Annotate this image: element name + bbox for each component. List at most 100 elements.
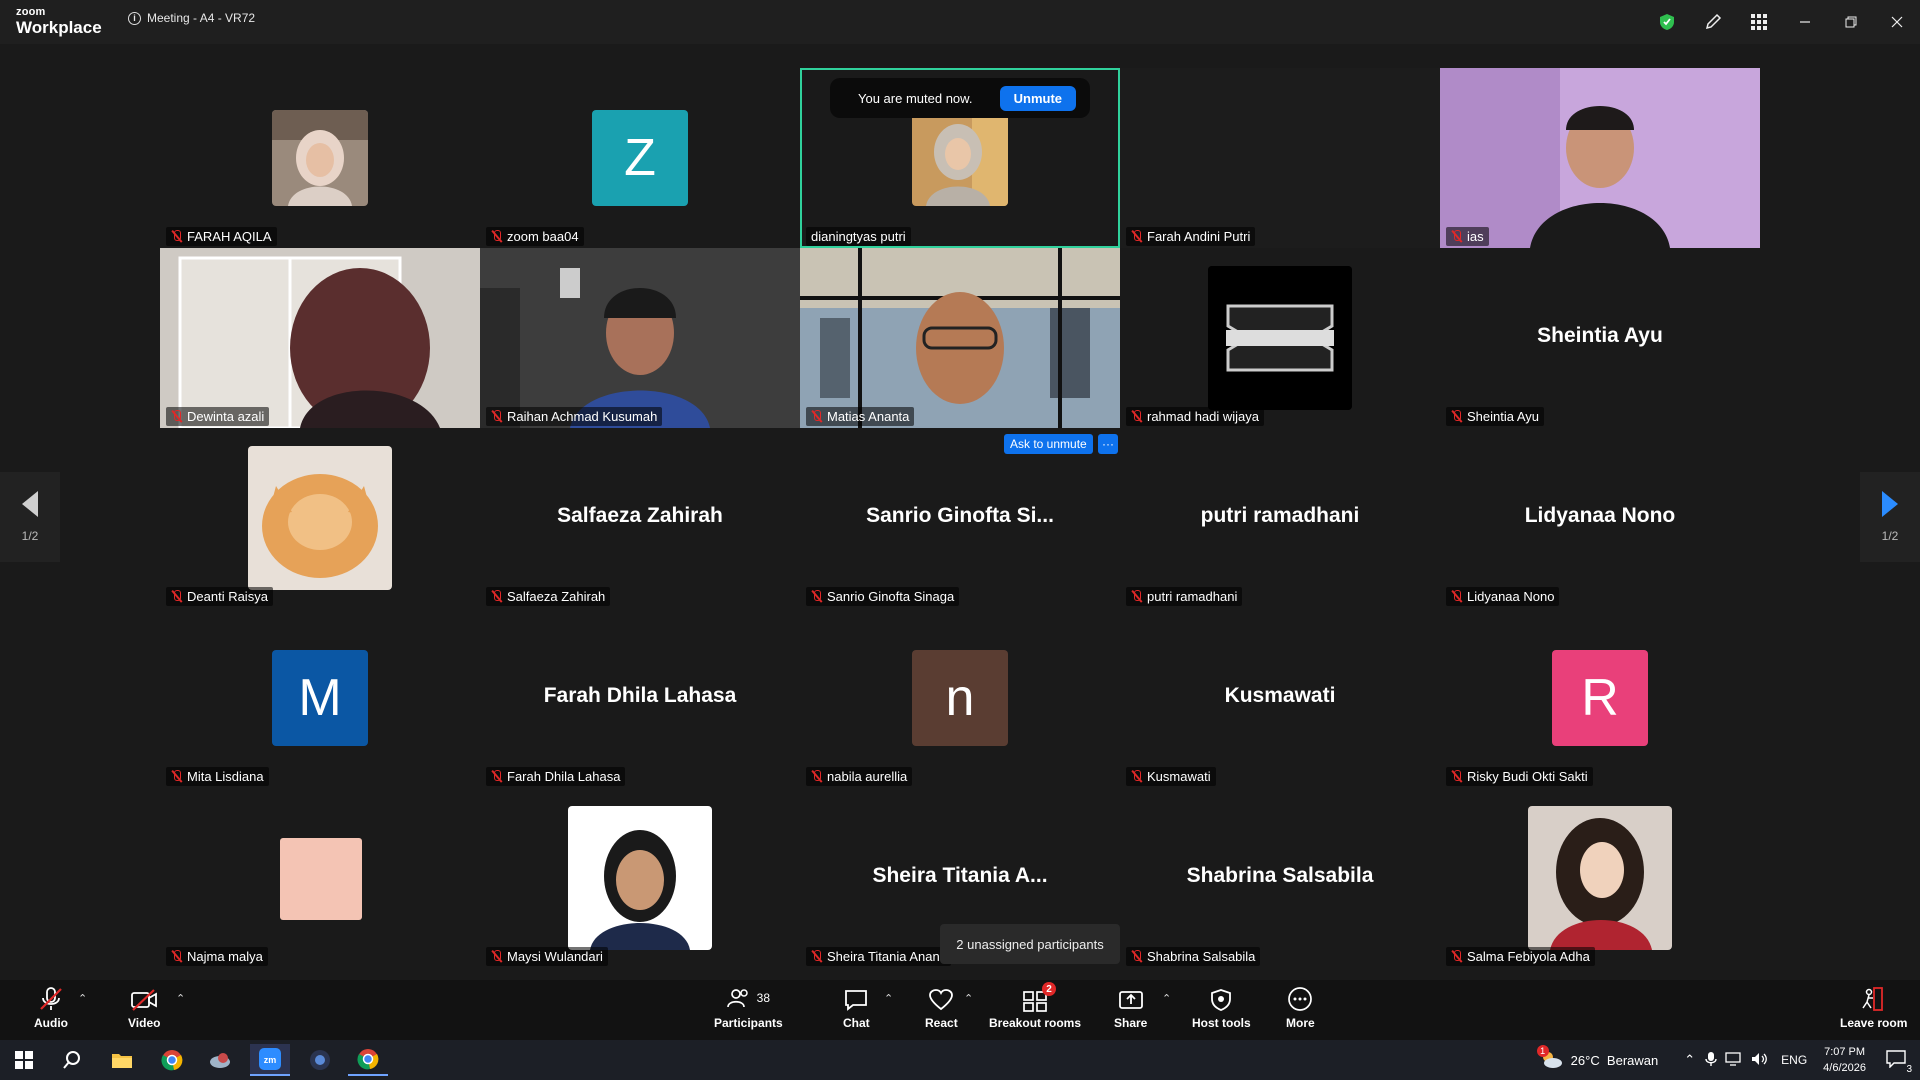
- host-tools-button[interactable]: Host tools: [1192, 984, 1251, 1030]
- mic-muted-icon: [171, 950, 182, 963]
- participant-tile[interactable]: putri ramadhani putri ramadhani: [1120, 428, 1440, 608]
- chrome-profile-icon[interactable]: [348, 1044, 388, 1076]
- more-button[interactable]: More: [1286, 984, 1315, 1030]
- participant-display-name: Sheira Titania A...: [872, 864, 1048, 887]
- video-gallery: FARAH AQILA Z zoom baa04 dianingtyas put…: [160, 68, 1760, 968]
- zoom-taskbar-icon[interactable]: zm: [250, 1044, 290, 1076]
- participant-tile[interactable]: Sheintia Ayu Sheintia Ayu: [1440, 248, 1760, 428]
- profile-photo: [568, 806, 712, 950]
- previous-page-button[interactable]: 1/2: [0, 472, 60, 562]
- arrow-left-icon: [22, 491, 38, 517]
- notifications-count: 3: [1906, 1063, 1912, 1075]
- share-button[interactable]: Share: [1114, 984, 1147, 1030]
- next-page-button[interactable]: 1/2: [1860, 472, 1920, 562]
- participant-tile[interactable]: Farah Andini Putri: [1120, 68, 1440, 248]
- close-icon[interactable]: [1874, 0, 1920, 44]
- mic-muted-icon: [1451, 950, 1462, 963]
- react-button[interactable]: React: [925, 984, 958, 1030]
- mic-muted-icon: [1131, 230, 1142, 243]
- weather-text[interactable]: 26°C Berawan: [1571, 1053, 1659, 1068]
- participant-tile[interactable]: Farah Dhila Lahasa Farah Dhila Lahasa: [480, 608, 800, 788]
- apps-grid-icon[interactable]: [1736, 0, 1782, 44]
- share-options-caret-icon[interactable]: ⌃: [1162, 992, 1171, 1005]
- chat-button[interactable]: Chat: [843, 984, 870, 1030]
- participant-tile[interactable]: Raihan Achmad Kusumah: [480, 248, 800, 428]
- participant-tile[interactable]: Matias Ananta: [800, 248, 1120, 428]
- participant-tile[interactable]: Lidyanaa Nono Lidyanaa Nono: [1440, 428, 1760, 608]
- breakout-rooms-button[interactable]: 2 Breakout rooms: [989, 982, 1081, 1030]
- video-button[interactable]: Video: [128, 984, 160, 1030]
- video-options-caret-icon[interactable]: ⌃: [176, 992, 185, 1005]
- mic-muted-icon: [491, 590, 502, 603]
- participant-tile[interactable]: Shabrina Salsabila Shabrina Salsabila: [1120, 788, 1440, 968]
- search-icon[interactable]: [52, 1044, 92, 1076]
- participant-tile[interactable]: Deanti Raisya: [160, 428, 480, 608]
- chat-options-caret-icon[interactable]: ⌃: [884, 992, 893, 1005]
- network-icon[interactable]: [1725, 1051, 1743, 1069]
- language-indicator[interactable]: ENG: [1781, 1053, 1807, 1067]
- annotate-pen-icon[interactable]: [1690, 0, 1736, 44]
- name-label: nabila aurellia: [806, 767, 913, 786]
- ask-to-unmute-button[interactable]: Ask to unmute: [1004, 434, 1093, 454]
- security-shield-icon[interactable]: [1644, 0, 1690, 44]
- windows-start-icon[interactable]: [4, 1044, 44, 1076]
- cloud-app-icon[interactable]: [200, 1044, 240, 1076]
- restore-icon[interactable]: [1828, 0, 1874, 44]
- participant-display-name: Farah Dhila Lahasa: [543, 684, 737, 707]
- leave-room-button[interactable]: Leave room: [1840, 984, 1907, 1030]
- minimize-icon[interactable]: [1782, 0, 1828, 44]
- participant-tile[interactable]: ias: [1440, 68, 1760, 248]
- participant-tile[interactable]: Salma Febiyola Adha: [1440, 788, 1760, 968]
- participant-tile[interactable]: Kusmawati Kusmawati: [1120, 608, 1440, 788]
- react-options-caret-icon[interactable]: ⌃: [964, 992, 973, 1005]
- participant-tile[interactable]: Sanrio Ginofta Si... Sanrio Ginofta Sina…: [800, 428, 1120, 608]
- unassigned-participants-tooltip: 2 unassigned participants: [940, 924, 1120, 964]
- participant-tile[interactable]: n nabila aurellia: [800, 608, 1120, 788]
- microphone-icon[interactable]: [1705, 1051, 1717, 1070]
- info-icon[interactable]: i: [128, 11, 141, 25]
- participant-tile[interactable]: M Mita Lisdiana: [160, 608, 480, 788]
- participants-count: 38: [756, 991, 771, 1005]
- participant-tile[interactable]: Maysi Wulandari: [480, 788, 800, 968]
- chrome-icon[interactable]: [152, 1044, 192, 1076]
- file-explorer-icon[interactable]: [102, 1044, 142, 1076]
- clock[interactable]: 7:07 PM 4/6/2026: [1823, 1044, 1866, 1076]
- audio-options-caret-icon[interactable]: ⌃: [78, 992, 87, 1005]
- participant-tile[interactable]: Z zoom baa04: [480, 68, 800, 248]
- volume-icon[interactable]: [1751, 1052, 1769, 1069]
- profile-photo: [1528, 806, 1672, 950]
- participant-tile[interactable]: Salfaeza Zahirah Salfaeza Zahirah: [480, 428, 800, 608]
- logo-zoom-text: zoom: [16, 6, 46, 18]
- participants-icon: [726, 989, 748, 1008]
- zoom-logo: zoom Workplace: [16, 6, 102, 37]
- audio-button[interactable]: Audio: [34, 984, 68, 1030]
- participant-tile[interactable]: Najma malya: [160, 788, 480, 968]
- participant-tile[interactable]: Dewinta azali: [160, 248, 480, 428]
- notifications-icon[interactable]: 3: [1886, 1049, 1912, 1075]
- name-label: FARAH AQILA: [166, 227, 277, 246]
- mic-muted-icon: [491, 770, 502, 783]
- participant-tile[interactable]: R Risky Budi Okti Sakti: [1440, 608, 1760, 788]
- breakout-rooms-icon: 2: [1022, 982, 1057, 1012]
- camera-app-icon[interactable]: [300, 1044, 340, 1076]
- avatar: R: [1552, 650, 1648, 746]
- unmute-button[interactable]: Unmute: [999, 85, 1076, 111]
- participants-button[interactable]: 38 Participants: [714, 984, 783, 1030]
- name-label: Sanrio Ginofta Sinaga: [806, 587, 960, 606]
- profile-color-swatch: [280, 838, 362, 920]
- logo-workplace-text: Workplace: [16, 18, 102, 37]
- participant-tile[interactable]: FARAH AQILA: [160, 68, 480, 248]
- weather-icon[interactable]: 1: [1536, 1044, 1563, 1072]
- meeting-toolbar: Audio ⌃ Video ⌃ 38 Participants Chat ⌃ R…: [0, 980, 1920, 1040]
- profile-photo: [248, 446, 392, 590]
- name-label: Farah Andini Putri: [1126, 227, 1256, 246]
- participant-tile[interactable]: rahmad hadi wijaya: [1120, 248, 1440, 428]
- chevron-up-icon[interactable]: ⌃: [1684, 1052, 1695, 1068]
- avatar: M: [272, 650, 368, 746]
- tile-more-options-button[interactable]: ···: [1098, 434, 1118, 454]
- profile-photo: [912, 110, 1008, 206]
- profile-logo-image: [1208, 266, 1352, 410]
- meeting-info[interactable]: i Meeting - A4 - VR72: [128, 11, 255, 25]
- arrow-right-icon: [1882, 491, 1898, 517]
- system-tray: 1 26°C Berawan ⌃ ENG 7:07 PM 4/6/2026 3: [1536, 1040, 1920, 1080]
